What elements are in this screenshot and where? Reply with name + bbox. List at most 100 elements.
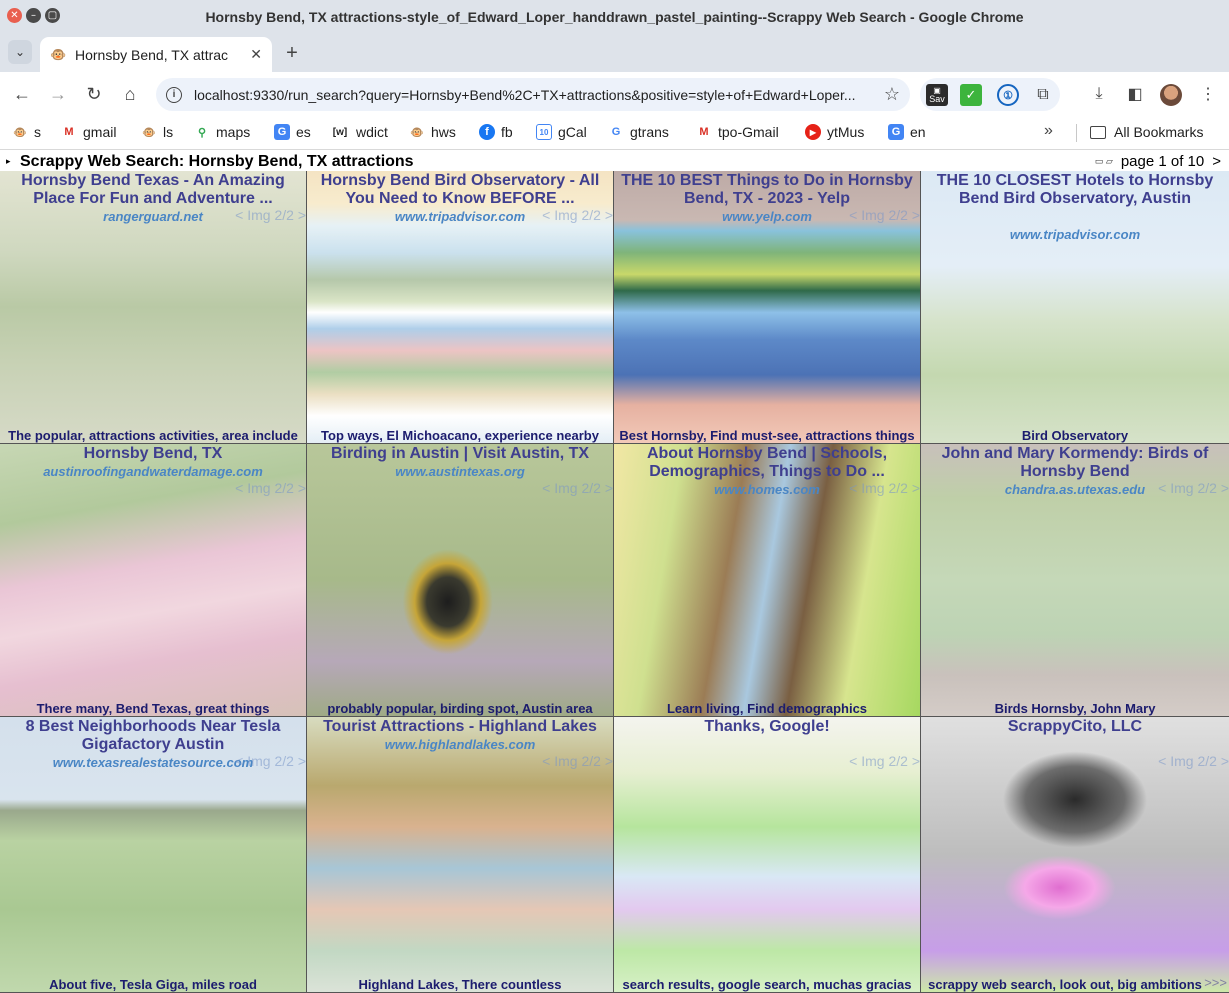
- bookmark-maps[interactable]: ⚲ maps: [194, 124, 250, 140]
- bookmark-label: hws: [431, 124, 456, 140]
- next-page-button[interactable]: >: [1212, 153, 1221, 170]
- monkey-icon: 🐵: [410, 126, 424, 139]
- result-snippet: scrappy web search, look out, big ambiti…: [928, 977, 1202, 992]
- bookmark-hws[interactable]: 🐵 hws: [409, 124, 456, 140]
- result-snippet: Best Hornsby, Find must-see, attractions…: [619, 428, 915, 443]
- bookmark-label: fb: [501, 124, 513, 140]
- download-icon[interactable]: ⤓: [1087, 82, 1111, 106]
- bookmark-en[interactable]: Gen: [888, 124, 926, 140]
- address-url[interactable]: localhost:9330/run_search?query=Hornsby+…: [194, 87, 874, 103]
- bookmark-star-icon[interactable]: ☆: [884, 84, 900, 105]
- result-title[interactable]: ScrappyCito, LLC: [927, 718, 1223, 736]
- result-snippet: Top ways, El Michoacano, experience near…: [321, 428, 599, 443]
- search-header: ▸ Scrappy Web Search: Hornsby Bend, TX a…: [0, 151, 1229, 171]
- image-nav[interactable]: < Img 2/2 >: [849, 480, 920, 496]
- result-card[interactable]: THE 10 BEST Things to Do in Hornsby Bend…: [614, 171, 921, 444]
- result-domain[interactable]: www.austintexas.org: [307, 464, 613, 479]
- new-tab-button[interactable]: +: [280, 41, 304, 65]
- reload-button[interactable]: ↻: [82, 82, 106, 106]
- result-title[interactable]: Tourist Attractions - Highland Lakes: [313, 718, 607, 736]
- bookmark-s[interactable]: 🐵 s: [12, 124, 41, 140]
- result-card[interactable]: About Hornsby Bend | Schools, Demographi…: [614, 444, 921, 717]
- result-title[interactable]: Hornsby Bend, TX: [6, 445, 300, 463]
- image-nav[interactable]: < Img 2/2 >: [235, 207, 306, 223]
- result-domain[interactable]: www.tripadvisor.com: [921, 227, 1229, 242]
- result-card[interactable]: 8 Best Neighborhoods Near Tesla Gigafact…: [0, 717, 307, 993]
- bookmark-gcal[interactable]: 10 gCal: [536, 124, 587, 140]
- result-title[interactable]: Thanks, Google!: [620, 718, 914, 736]
- result-card[interactable]: Hornsby Bend Bird Observatory - All You …: [307, 171, 614, 444]
- image-nav[interactable]: < Img 2/2 >: [235, 753, 306, 769]
- result-title[interactable]: THE 10 CLOSEST Hotels to Hornsby Bend Bi…: [927, 172, 1223, 208]
- result-title[interactable]: Hornsby Bend Bird Observatory - All You …: [313, 172, 607, 208]
- view-toggle-icons[interactable]: ▭ ▱: [1095, 156, 1113, 167]
- page-indicator: page 1 of 10: [1120, 153, 1205, 170]
- side-panel-icon[interactable]: ◧: [1123, 82, 1147, 106]
- result-snippet: Highland Lakes, There countless: [358, 977, 562, 992]
- forward-button[interactable]: →: [46, 82, 70, 106]
- tab-active[interactable]: 🐵 Hornsby Bend, TX attrac ✕: [40, 37, 272, 72]
- result-card[interactable]: THE 10 CLOSEST Hotels to Hornsby Bend Bi…: [921, 171, 1229, 444]
- result-snippet: Birds Hornsby, John Mary: [994, 701, 1156, 716]
- result-card[interactable]: Tourist Attractions - Highland Lakes www…: [307, 717, 614, 993]
- chrome-menu-icon[interactable]: ⋮: [1196, 82, 1220, 106]
- checkmark-extension-icon[interactable]: ✓: [960, 84, 982, 106]
- result-domain[interactable]: austinroofingandwaterdamage.com: [0, 464, 306, 479]
- result-snippet: Learn living, Find demographics: [666, 701, 868, 716]
- result-card[interactable]: Thanks, Google! < Img 2/2 > search resul…: [614, 717, 921, 993]
- google-translate-icon: G: [888, 124, 904, 140]
- all-bookmarks-button[interactable]: All Bookmarks: [1090, 124, 1203, 140]
- extensions-area: ▣ Sav ✓ ① ⧉: [920, 78, 1060, 111]
- bookmark-gmail[interactable]: Mgmail: [61, 124, 116, 140]
- save-extension-icon[interactable]: ▣ Sav: [926, 84, 948, 106]
- image-nav[interactable]: < Img 2/2 >: [542, 207, 613, 223]
- result-title[interactable]: John and Mary Kormendy: Birds of Hornsby…: [927, 445, 1223, 481]
- browser-toolbar: ← → ↻ ⌂ i localhost:9330/run_search?quer…: [0, 72, 1229, 116]
- tab-search-button[interactable]: ⌄: [8, 40, 32, 64]
- bookmark-gtrans[interactable]: Ggtrans: [608, 124, 669, 140]
- bookmark-es[interactable]: Ges: [274, 124, 311, 140]
- bookmark-ytmus[interactable]: ▶ ytMus: [805, 124, 864, 140]
- site-info-icon[interactable]: i: [166, 86, 182, 103]
- image-nav[interactable]: < Img 2/2 >: [235, 480, 306, 496]
- bookmark-ls[interactable]: 🐵 ls: [141, 124, 173, 140]
- bookmark-wdict[interactable]: [w] wdict: [330, 124, 388, 140]
- google-translate-icon: G: [274, 124, 290, 140]
- bookmark-fb[interactable]: f fb: [479, 124, 513, 140]
- password-manager-icon[interactable]: ①: [997, 84, 1019, 106]
- result-title[interactable]: Hornsby Bend Texas - An Amazing Place Fo…: [6, 172, 300, 208]
- tab-close-icon[interactable]: ✕: [250, 46, 262, 63]
- home-button[interactable]: ⌂: [118, 82, 142, 106]
- image-nav[interactable]: < Img 2/2 >: [542, 480, 613, 496]
- image-nav[interactable]: < Img 2/2 >: [1158, 753, 1229, 769]
- image-nav[interactable]: < Img 2/2 >: [1158, 480, 1229, 496]
- result-card[interactable]: ScrappyCito, LLC < Img 2/2 > scrappy web…: [921, 717, 1229, 993]
- bookmark-tpo-gmail[interactable]: Mtpo-Gmail: [696, 124, 778, 140]
- back-button[interactable]: ←: [10, 82, 34, 106]
- wiktionary-icon: [w]: [332, 126, 348, 138]
- result-title[interactable]: About Hornsby Bend | Schools, Demographi…: [620, 445, 914, 481]
- result-title[interactable]: THE 10 BEST Things to Do in Hornsby Bend…: [620, 172, 914, 208]
- result-card[interactable]: Hornsby Bend Texas - An Amazing Place Fo…: [0, 171, 307, 444]
- image-nav[interactable]: < Img 2/2 >: [542, 753, 613, 769]
- result-domain[interactable]: www.highlandlakes.com: [307, 737, 613, 752]
- image-nav[interactable]: < Img 2/2 >: [849, 753, 920, 769]
- address-bar[interactable]: i localhost:9330/run_search?query=Hornsb…: [156, 78, 910, 111]
- result-card[interactable]: John and Mary Kormendy: Birds of Hornsby…: [921, 444, 1229, 717]
- profile-avatar[interactable]: [1160, 84, 1182, 106]
- gmail-icon: M: [699, 126, 709, 138]
- result-card[interactable]: Birding in Austin | Visit Austin, TX www…: [307, 444, 614, 717]
- result-card[interactable]: Hornsby Bend, TX austinroofingandwaterda…: [0, 444, 307, 717]
- next-page-arrows[interactable]: >>>: [1204, 975, 1227, 990]
- result-thumbnail[interactable]: [921, 171, 1229, 443]
- results-grid: Hornsby Bend Texas - An Amazing Place Fo…: [0, 171, 1229, 993]
- result-title[interactable]: Birding in Austin | Visit Austin, TX: [313, 445, 607, 463]
- image-nav[interactable]: < Img 2/2 >: [849, 207, 920, 223]
- bookmark-label: s: [34, 124, 41, 140]
- extensions-puzzle-icon[interactable]: ⧉: [1032, 84, 1054, 106]
- disclosure-triangle-icon[interactable]: ▸: [6, 156, 11, 167]
- youtube-music-icon: ▶: [805, 124, 821, 140]
- window-titlebar: ✕ – ▢ Hornsby Bend, TX attractions-style…: [0, 0, 1229, 34]
- result-title[interactable]: 8 Best Neighborhoods Near Tesla Gigafact…: [6, 718, 300, 754]
- bookmarks-overflow-icon[interactable]: »: [1044, 122, 1053, 140]
